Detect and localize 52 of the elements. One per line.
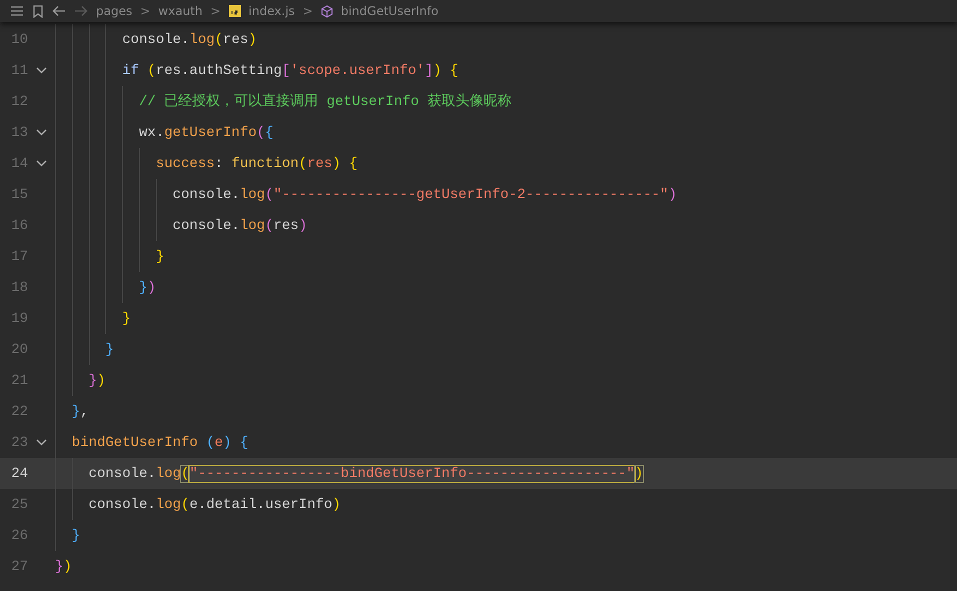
line-number: 10 (10, 32, 28, 48)
code-line: wx.getUserInfo({ (138, 124, 274, 142)
code-line: }, (70, 402, 89, 420)
line-number: 18 (10, 280, 28, 296)
line-number: 20 (10, 342, 28, 358)
line-number: 27 (10, 558, 28, 574)
code-line: } (70, 526, 80, 544)
menu-icon[interactable] (10, 5, 24, 17)
code-line: } (121, 310, 131, 328)
breadcrumb-separator: > (140, 4, 150, 18)
breadcrumb-item[interactable]: wxauth (158, 4, 202, 18)
line-number: 13 (10, 124, 28, 140)
line-number: 22 (10, 404, 28, 420)
line-number: 11 (10, 62, 28, 78)
code-line: bindGetUserInfo (e) { (70, 434, 248, 452)
line-number: 23 (10, 434, 28, 450)
chevron-icon[interactable] (36, 129, 47, 136)
line-number: 16 (10, 218, 28, 234)
line-number: 24 (10, 466, 28, 482)
code-line: if (res.authSetting['scope.userInfo']) { (121, 62, 458, 80)
cube-icon (320, 4, 333, 18)
breadcrumb-item[interactable]: bindGetUserInfo (340, 4, 438, 18)
breadcrumb-item[interactable]: pages (96, 4, 132, 18)
code-line: } (154, 248, 164, 266)
code-line: console.log(e.detail.userInfo) (88, 496, 341, 514)
line-number: 26 (10, 528, 28, 544)
breadcrumb-item[interactable]: index.js (248, 4, 295, 18)
code-line: }) (88, 372, 106, 390)
line-number: 19 (10, 310, 28, 326)
line-number: 14 (10, 156, 28, 172)
code-line: console.log("-----------------bindGetUserInfo-------------------") (88, 464, 644, 482)
code-line: } (104, 340, 114, 358)
bookmark-icon[interactable] (32, 4, 44, 18)
line-number: 25 (10, 496, 28, 512)
breadcrumb-separator: > (302, 4, 313, 18)
chevron-icon[interactable] (36, 160, 47, 167)
back-arrow-icon[interactable] (52, 5, 66, 17)
line-number: 17 (10, 248, 28, 264)
chevron-icon[interactable] (36, 439, 47, 446)
code-line: }) (138, 278, 156, 296)
code-line: }) (55, 558, 72, 576)
code-line: success: function(res) { (154, 154, 358, 172)
code-line: console.log(res) (172, 216, 308, 234)
code-line: console.log("----------------getUserInfo-2----------------") (172, 186, 677, 204)
breadcrumb-separator: > (210, 4, 221, 18)
line-number: 21 (10, 372, 28, 388)
code-line: console.log(res) (121, 30, 257, 48)
code-line: // 已经授权，可以直接调用 getUserInfo 获取头像昵称 (138, 92, 512, 110)
js-file-icon (228, 5, 241, 17)
chevron-icon[interactable] (36, 67, 47, 74)
line-number: 15 (10, 186, 28, 202)
line-number: 12 (10, 94, 28, 110)
